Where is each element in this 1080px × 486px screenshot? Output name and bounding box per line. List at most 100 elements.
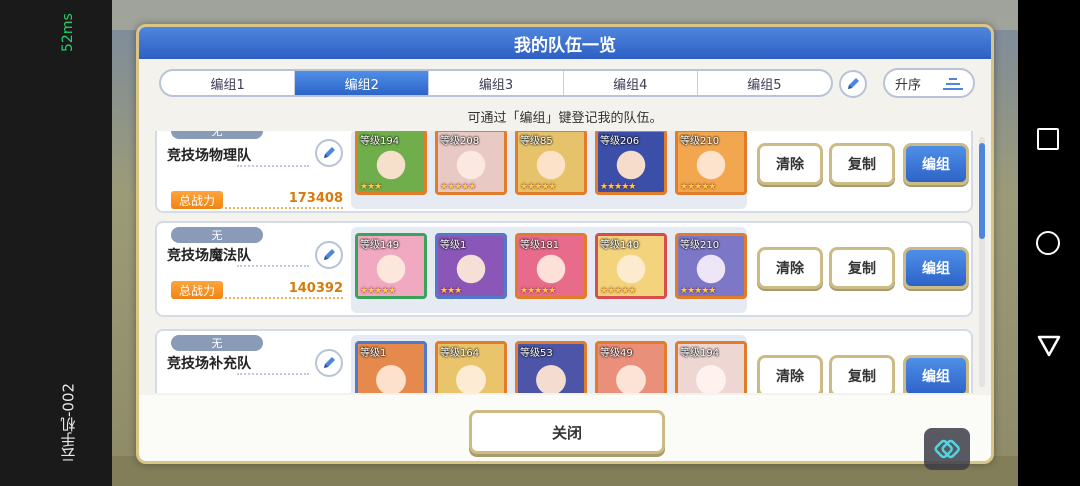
home-icon[interactable] (1036, 231, 1060, 255)
tab-group-1[interactable]: 编组1 (161, 71, 296, 95)
character-level: 等级210 (680, 136, 720, 147)
team-row: 无 竞技场物理队 总战力 173408 等级194 ★★★ 等级208 ★★★★★ … (155, 131, 973, 213)
tab-group-2[interactable]: 编组2 (295, 71, 430, 95)
character-level: 等级181 (520, 240, 560, 251)
rename-team-button[interactable] (315, 241, 343, 269)
character-stars: ★★★★★ (680, 182, 716, 192)
character-portrait[interactable]: 等级181 ★★★★★ (515, 233, 587, 299)
team-name: 竞技场物理队 (167, 148, 251, 164)
team-row: 无 竞技场补充队 等级1 等级164 等级53 等级49 等级194 清除 复制… (155, 329, 973, 393)
character-portrait[interactable]: 等级85 ★★★★★ (515, 131, 587, 195)
divider (237, 265, 309, 267)
total-power-value: 140392 (288, 281, 343, 296)
tab-group-4[interactable]: 编组4 (564, 71, 698, 95)
character-level: 等级140 (600, 240, 640, 251)
floating-assist-button[interactable] (924, 428, 970, 470)
tab-group-5[interactable]: 编组5 (698, 71, 831, 95)
edit-team-button[interactable]: 编组 (903, 355, 969, 393)
team-tag: 无 (171, 131, 263, 139)
divider (225, 207, 343, 209)
team-row: 无 竞技场魔法队 总战力 140392 等级149 ★★★★★ 等级1 ★★★ 等级… (155, 221, 973, 317)
character-portrait[interactable]: 等级49 (595, 341, 667, 393)
character-stars: ★★★ (440, 286, 462, 296)
character-level: 等级194 (680, 348, 720, 359)
character-level: 等级210 (680, 240, 720, 251)
character-portrait[interactable]: 等级1 ★★★ (435, 233, 507, 299)
team-name: 竞技场魔法队 (167, 248, 251, 264)
total-power-value: 173408 (288, 191, 343, 206)
character-level: 等级208 (440, 136, 480, 147)
divider (225, 297, 343, 299)
rename-team-button[interactable] (315, 139, 343, 167)
character-portrait[interactable]: 等级140 ★★★★★ (595, 233, 667, 299)
back-icon[interactable] (1036, 334, 1062, 358)
character-level: 等级53 (520, 348, 553, 359)
character-portrait[interactable]: 等级53 (515, 341, 587, 393)
character-stars: ★★★ (360, 182, 382, 192)
character-portrait[interactable]: 等级149 ★★★★★ (355, 233, 427, 299)
emulator-left-bar: 52ms 云手机-002 (0, 0, 112, 486)
character-portrait[interactable]: 等级208 ★★★★★ (435, 131, 507, 195)
close-button[interactable]: 关闭 (469, 410, 665, 454)
list-scrollbar-thumb[interactable] (979, 143, 985, 239)
copy-team-button[interactable]: 复制 (829, 247, 895, 289)
character-level: 等级1 (360, 348, 387, 359)
clear-team-button[interactable]: 清除 (757, 355, 823, 393)
character-level: 等级149 (360, 240, 400, 251)
pencil-icon (324, 249, 335, 260)
team-tag: 无 (171, 335, 263, 351)
character-stars: ★★★★★ (440, 182, 476, 192)
team-members: 等级1 等级164 等级53 等级49 等级194 (351, 335, 747, 393)
rename-group-button[interactable] (839, 70, 867, 98)
character-portrait[interactable]: 等级210 ★★★★★ (675, 233, 747, 299)
character-stars: ★★★★★ (600, 286, 636, 296)
character-stars: ★★★★★ (520, 182, 556, 192)
character-stars: ★★★★★ (360, 286, 396, 296)
character-portrait[interactable]: 等级194 ★★★ (355, 131, 427, 195)
clear-team-button[interactable]: 清除 (757, 143, 823, 185)
divider (237, 165, 309, 167)
character-portrait[interactable]: 等级210 ★★★★★ (675, 131, 747, 195)
dialog-title: 我的队伍一览 (139, 27, 991, 59)
character-portrait[interactable]: 等级164 (435, 341, 507, 393)
team-group-tabs: 编组1 编组2 编组3 编组4 编组5 (159, 69, 833, 97)
divider (237, 373, 309, 375)
copy-team-button[interactable]: 复制 (829, 355, 895, 393)
rename-team-button[interactable] (315, 349, 343, 377)
character-level: 等级1 (440, 240, 467, 251)
character-portrait[interactable]: 等级194 (675, 341, 747, 393)
character-level: 等级85 (520, 136, 553, 147)
character-level: 等级206 (600, 136, 640, 147)
tab-group-3[interactable]: 编组3 (429, 71, 564, 95)
character-portrait[interactable]: 等级1 (355, 341, 427, 393)
character-stars: ★★★★★ (680, 286, 716, 296)
team-list[interactable]: 无 竞技场物理队 总战力 173408 等级194 ★★★ 等级208 ★★★★★ … (155, 131, 975, 393)
character-level: 等级164 (440, 348, 480, 359)
edit-team-button[interactable]: 编组 (903, 247, 969, 289)
character-level: 等级194 (360, 136, 400, 147)
android-nav-bar (1018, 0, 1080, 486)
total-power-label: 总战力 (171, 281, 223, 299)
copy-team-button[interactable]: 复制 (829, 143, 895, 185)
character-portrait[interactable]: 等级206 ★★★★★ (595, 131, 667, 195)
edit-team-button[interactable]: 编组 (903, 143, 969, 185)
hint-text: 可通过「编组」键登记我的队伍。 (467, 111, 663, 126)
character-stars: ★★★★★ (600, 182, 636, 192)
team-members: 等级149 ★★★★★ 等级1 ★★★ 等级181 ★★★★★ 等级140 ★★★★★ … (351, 227, 747, 313)
pencil-icon (848, 78, 859, 89)
link-icon (934, 439, 960, 459)
pencil-icon (324, 357, 335, 368)
team-name: 竞技场补充队 (167, 356, 251, 372)
sort-icon (943, 78, 963, 90)
sort-order-button[interactable]: 升序 (883, 68, 975, 98)
device-label: 云手机-002 (59, 382, 78, 462)
team-members: 等级194 ★★★ 等级208 ★★★★★ 等级85 ★★★★★ 等级206 ★★★★★… (351, 131, 747, 209)
character-stars: ★★★★★ (520, 286, 556, 296)
pencil-icon (324, 147, 335, 158)
total-power-label: 总战力 (171, 191, 223, 209)
team-tag: 无 (171, 227, 263, 243)
sort-label: 升序 (895, 77, 922, 93)
clear-team-button[interactable]: 清除 (757, 247, 823, 289)
recent-apps-icon[interactable] (1037, 128, 1059, 150)
latency-indicator: 52ms (60, 13, 76, 53)
